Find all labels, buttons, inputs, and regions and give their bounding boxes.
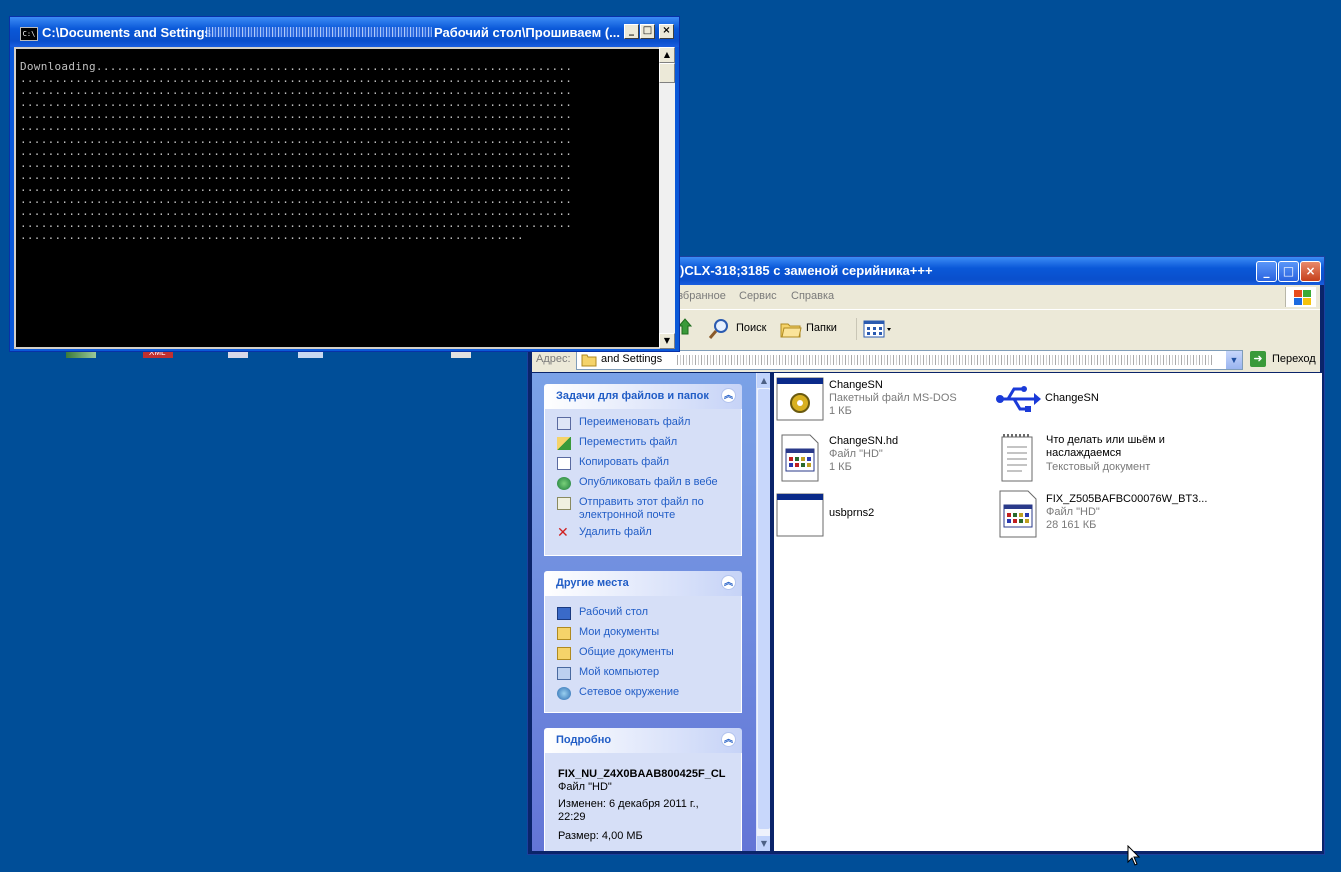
console-title-prefix: C:\Documents and Settings	[42, 25, 212, 40]
console-scroll-down-icon[interactable]: ▼	[659, 333, 675, 349]
hd-file-icon	[999, 490, 1037, 538]
address-input[interactable]: and Settings ▼	[576, 350, 1243, 370]
go-arrow-icon: ➜	[1250, 351, 1266, 367]
file-item[interactable]: ChangeSN	[994, 377, 1194, 421]
usb-icon	[996, 386, 1041, 412]
batch-file-icon	[776, 377, 824, 421]
other-places-header[interactable]: Другие места ︽	[544, 571, 742, 596]
details-panel: Подробно ︽ FIX_NU_Z4X0BAAB800425F_CL Фай…	[544, 728, 742, 851]
text-document-icon	[1001, 434, 1033, 482]
task-pane: Задачи для файлов и папок ︽ Переименоват…	[532, 373, 770, 851]
address-obscured-region	[677, 355, 1212, 365]
menu-tools[interactable]: Сервис	[739, 290, 777, 302]
email-icon	[557, 497, 571, 510]
folder-icon	[581, 354, 597, 367]
details-title: Подробно	[556, 734, 612, 746]
console-scroll-up-icon[interactable]: ▲	[659, 47, 675, 63]
address-dropdown-icon[interactable]: ▼	[1226, 351, 1242, 369]
file-item[interactable]: ChangeSN Пакетный файл MS-DOS 1 КБ	[776, 377, 986, 421]
details-header[interactable]: Подробно ︽	[544, 728, 742, 753]
delete-icon: ✕	[557, 525, 569, 541]
address-value: and Settings	[601, 353, 663, 365]
collapse-icon[interactable]: ︽	[721, 732, 736, 747]
file-item[interactable]: ChangeSN.hd Файл "HD" 1 КБ	[776, 433, 986, 483]
copy-icon	[557, 457, 571, 470]
network-icon	[557, 687, 571, 700]
my-documents-icon	[557, 627, 571, 640]
console-scrollbar[interactable]: ▲ ▼	[659, 47, 675, 349]
close-button[interactable]: ×	[1300, 261, 1321, 282]
console-scroll-thumb[interactable]	[659, 63, 675, 83]
details-body: FIX_NU_Z4X0BAAB800425F_CL Файл "HD" Изме…	[544, 753, 742, 851]
other-places-panel: Другие места ︽ Рабочий стол Мои документ…	[544, 571, 742, 713]
desktop-icon	[557, 607, 571, 620]
explorer-title: )CLX-318;3185 с заменой серийника+++	[680, 263, 933, 278]
my-computer-icon	[557, 667, 571, 680]
search-button[interactable]: Поиск	[708, 318, 778, 340]
search-icon	[708, 319, 728, 339]
search-label: Поиск	[736, 322, 767, 334]
file-tasks-title: Задачи для файлов и папок	[556, 390, 709, 402]
address-label: Адрес:	[536, 353, 571, 365]
file-item[interactable]: usbprns2	[776, 493, 986, 537]
details-size: Размер: 4,00 МБ	[558, 830, 643, 842]
console-minimize-button[interactable]: _	[624, 24, 639, 39]
details-type: Файл "HD"	[558, 781, 612, 793]
shared-documents-icon	[557, 647, 571, 660]
task-pane-scrollbar[interactable]: ▲ ▼	[756, 373, 770, 851]
details-modified: Изменен: 6 декабря 2011 г., 22:29	[558, 798, 699, 823]
minimize-button[interactable]: _	[1256, 261, 1277, 282]
other-places-title: Другие места	[556, 577, 629, 589]
console-icon: C:\	[20, 27, 38, 41]
folders-label: Папки	[806, 322, 837, 334]
console-title-obscured	[206, 27, 432, 37]
console-window[interactable]: C:\ C:\Documents and Settings Рабочий ст…	[9, 16, 680, 352]
web-publish-icon	[557, 477, 571, 490]
views-button[interactable]	[856, 318, 895, 340]
console-output-area[interactable]: Downloading.............................…	[14, 47, 659, 349]
up-button[interactable]	[677, 318, 698, 340]
console-output-first: Downloading.	[20, 60, 103, 73]
go-label: Переход	[1272, 353, 1316, 365]
windows-logo-icon	[1285, 287, 1316, 307]
console-title-suffix: Рабочий стол\Прошиваем (...	[434, 25, 620, 40]
file-item[interactable]: Что делать или шьём и наслаждаемся Текст…	[994, 433, 1214, 483]
console-output: Downloading.............................…	[20, 60, 573, 243]
file-tasks-panel: Задачи для файлов и папок ︽ Переименоват…	[544, 384, 742, 556]
details-filename: FIX_NU_Z4X0BAAB800425F_CL	[558, 768, 726, 780]
mouse-cursor-icon	[1127, 845, 1141, 866]
up-folder-icon	[677, 318, 693, 335]
other-places-body: Рабочий стол Мои документы Общие докумен…	[544, 596, 742, 713]
maximize-button[interactable]: □	[1278, 261, 1299, 282]
scroll-thumb[interactable]	[758, 389, 770, 829]
scroll-up-icon[interactable]: ▲	[757, 373, 770, 388]
file-list-view[interactable]: ChangeSN Пакетный файл MS-DOS 1 КБ Chang…	[774, 373, 1322, 851]
menu-help[interactable]: Справка	[791, 290, 834, 302]
menu-favorites[interactable]: збранное	[678, 290, 726, 302]
file-tasks-body: Переименовать файл Переместить файл Копи…	[544, 409, 742, 556]
folders-icon	[780, 323, 802, 338]
file-tasks-header[interactable]: Задачи для файлов и папок ︽	[544, 384, 742, 409]
hd-file-icon	[781, 434, 819, 482]
collapse-icon[interactable]: ︽	[721, 575, 736, 590]
console-title-bar[interactable]: C:\ C:\Documents and Settings Рабочий ст…	[10, 17, 679, 47]
console-maximize-button[interactable]: □	[640, 24, 655, 39]
folders-button[interactable]: Папки	[780, 318, 846, 340]
views-icon	[863, 320, 891, 338]
console-close-button[interactable]: ×	[659, 24, 674, 39]
collapse-icon[interactable]: ︽	[721, 388, 736, 403]
file-item[interactable]: FIX_Z505BAFBC00076W_BT3... Файл "HD" 28 …	[994, 489, 1214, 539]
rename-icon	[557, 417, 571, 430]
application-icon	[776, 493, 824, 537]
scroll-down-icon[interactable]: ▼	[757, 836, 770, 851]
move-icon	[557, 437, 571, 450]
